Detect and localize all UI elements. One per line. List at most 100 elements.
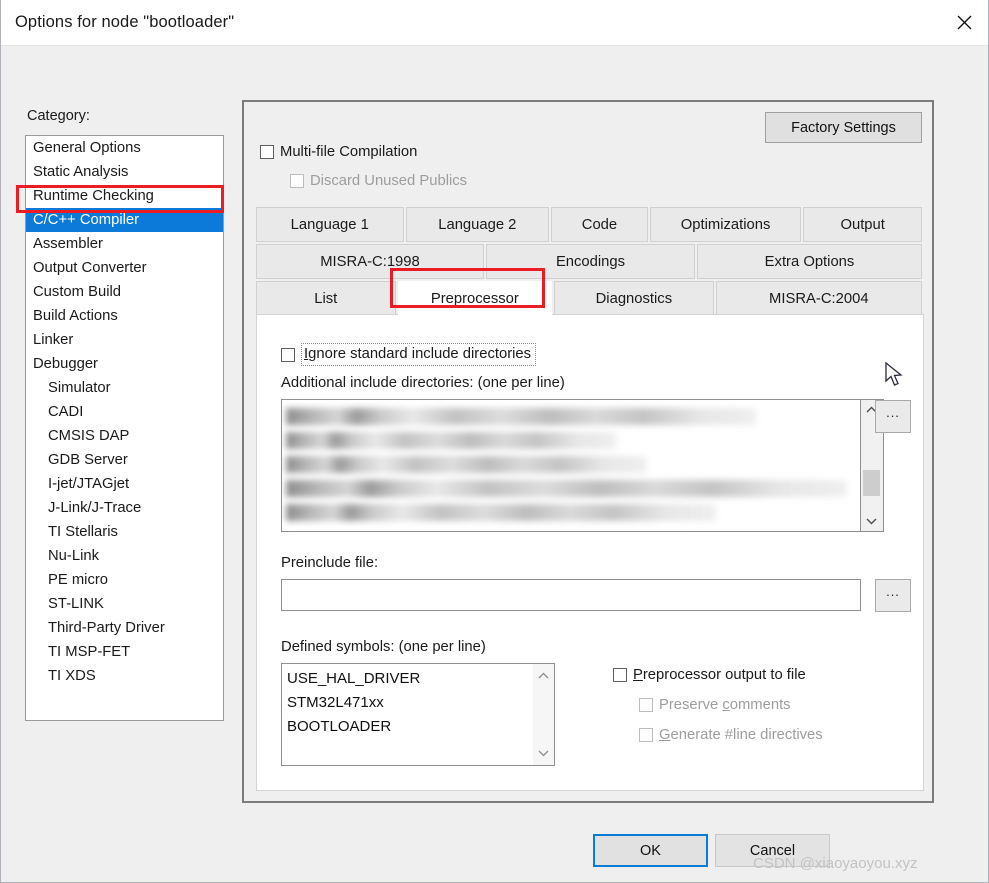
mouse-pointer-icon bbox=[885, 361, 905, 393]
checkbox-box bbox=[260, 145, 274, 159]
focus-ring: Ignore standard include directories bbox=[301, 343, 537, 366]
sidebar-item-st-link[interactable]: ST-LINK bbox=[26, 592, 223, 616]
defined-symbol-item[interactable]: BOOTLOADER bbox=[287, 715, 420, 739]
multi-file-compilation-checkbox[interactable]: Multi-file Compilation bbox=[260, 144, 417, 160]
checkbox-box bbox=[639, 728, 653, 742]
sidebar-item-ti-msp-fet[interactable]: TI MSP-FET bbox=[26, 640, 223, 664]
sidebar-item-pe-micro[interactable]: PE micro bbox=[26, 568, 223, 592]
include-directory-entry-redacted[interactable] bbox=[286, 456, 646, 473]
generate-line-directives-label: Generate #line directives bbox=[659, 727, 823, 743]
options-dialog: Options for node "bootloader" Category: … bbox=[0, 0, 989, 883]
page-title: Options for node "bootloader" bbox=[15, 13, 235, 31]
sidebar-item-cadi[interactable]: CADI bbox=[26, 400, 223, 424]
tab-preprocessor[interactable]: Preprocessor bbox=[397, 281, 553, 316]
chevron-down-icon[interactable] bbox=[861, 511, 882, 531]
close-icon[interactable] bbox=[940, 0, 988, 45]
tab-diagnostics[interactable]: Diagnostics bbox=[554, 281, 714, 316]
tab-strip: Language 1 Language 2 Code Optimizations Out… bbox=[256, 207, 924, 318]
defined-symbols-list[interactable]: USE_HAL_DRIVER STM32L471xx BOOTLOADER bbox=[281, 663, 555, 766]
browse-preinclude-file-button[interactable]: ... bbox=[875, 579, 911, 612]
preserve-comments-label: Preserve comments bbox=[659, 697, 791, 713]
preprocessor-output-to-file-checkbox[interactable]: Preprocessor output to file bbox=[613, 667, 806, 683]
factory-settings-button[interactable]: Factory Settings bbox=[765, 112, 922, 143]
sidebar-item-ti-xds[interactable]: TI XDS bbox=[26, 664, 223, 688]
tab-misra-c-1998[interactable]: MISRA-C:1998 bbox=[256, 244, 484, 279]
watermark: CSDN @xiaoyaoyou.xyz bbox=[753, 855, 918, 872]
tab-list[interactable]: List bbox=[256, 281, 396, 316]
sidebar-item-debugger[interactable]: Debugger bbox=[26, 352, 223, 376]
sidebar-item-static-analysis[interactable]: Static Analysis bbox=[26, 160, 223, 184]
tab-output[interactable]: Output bbox=[803, 207, 922, 242]
sidebar-item-ti-stellaris[interactable]: TI Stellaris bbox=[26, 520, 223, 544]
tab-code[interactable]: Code bbox=[551, 207, 648, 242]
checkbox-box bbox=[281, 347, 295, 362]
tab-language-1[interactable]: Language 1 bbox=[256, 207, 404, 242]
browse-include-directories-button[interactable]: ... bbox=[875, 400, 911, 433]
sidebar-item-build-actions[interactable]: Build Actions bbox=[26, 304, 223, 328]
sidebar-item-output-converter[interactable]: Output Converter bbox=[26, 256, 223, 280]
category-label: Category: bbox=[27, 108, 90, 124]
tab-row-3: List Preprocessor Diagnostics MISRA-C:2004 bbox=[256, 281, 924, 316]
include-directory-entry-redacted[interactable] bbox=[286, 432, 616, 449]
defined-symbols-items: USE_HAL_DRIVER STM32L471xx BOOTLOADER bbox=[287, 667, 420, 739]
additional-include-directories-field[interactable] bbox=[281, 399, 884, 532]
defined-symbols-label: Defined symbols: (one per line) bbox=[281, 639, 486, 655]
sidebar-item-linker[interactable]: Linker bbox=[26, 328, 223, 352]
sidebar-item-custom-build[interactable]: Custom Build bbox=[26, 280, 223, 304]
sidebar-item-i-jet-jtagjet[interactable]: I-jet/JTAGjet bbox=[26, 472, 223, 496]
scrollbar-thumb[interactable] bbox=[863, 470, 880, 496]
accelerator-char: c bbox=[722, 697, 730, 713]
accelerator-char: P bbox=[281, 555, 291, 571]
tab-language-2[interactable]: Language 2 bbox=[405, 207, 550, 242]
preinclude-file-input[interactable] bbox=[281, 579, 861, 611]
include-directory-entry-redacted[interactable] bbox=[286, 504, 716, 521]
sidebar-item-assembler[interactable]: Assembler bbox=[26, 232, 223, 256]
defined-symbol-item[interactable]: USE_HAL_DRIVER bbox=[287, 667, 420, 691]
chevron-down-icon[interactable] bbox=[533, 743, 554, 763]
tab-row-1: Language 1 Language 2 Code Optimizations Out… bbox=[256, 207, 924, 242]
tab-optimizations[interactable]: Optimizations bbox=[649, 207, 802, 242]
include-directory-entry-redacted[interactable] bbox=[286, 408, 756, 425]
label-rest: reinclude file: bbox=[290, 555, 379, 571]
tab-encodings[interactable]: Encodings bbox=[486, 244, 695, 279]
sidebar-item-cmsis-dap[interactable]: CMSIS DAP bbox=[26, 424, 223, 448]
options-panel: Factory Settings Multi-file Compilation … bbox=[242, 100, 934, 803]
preprocessor-output-to-file-label: Preprocessor output to file bbox=[633, 667, 806, 683]
multi-file-compilation-label: Multi-file Compilation bbox=[280, 144, 418, 160]
label-rest: gnore standard include directories bbox=[308, 346, 532, 362]
ignore-standard-include-checkbox[interactable]: Ignore standard include directories bbox=[281, 343, 537, 366]
include-directory-entry-redacted[interactable] bbox=[286, 480, 846, 497]
checkbox-box bbox=[613, 668, 627, 682]
ok-button[interactable]: OK bbox=[593, 834, 708, 867]
preserve-comments-checkbox: Preserve comments bbox=[639, 697, 791, 713]
defined-symbols-scrollbar[interactable] bbox=[533, 664, 554, 765]
tab-extra-options[interactable]: Extra Options bbox=[697, 244, 922, 279]
defined-symbol-item[interactable]: STM32L471xx bbox=[287, 691, 420, 715]
sidebar-item-general-options[interactable]: General Options bbox=[26, 136, 223, 160]
sidebar-item-gdb-server[interactable]: GDB Server bbox=[26, 448, 223, 472]
sidebar-item-runtime-checking[interactable]: Runtime Checking bbox=[26, 184, 223, 208]
preprocessor-tab-page: Ignore standard include directories Addi… bbox=[256, 314, 924, 791]
additional-include-directories-label: Additional include directories: (one per… bbox=[281, 375, 565, 391]
additional-include-directories-list[interactable] bbox=[281, 399, 861, 532]
accelerator-char: G bbox=[659, 727, 671, 743]
checkbox-box bbox=[290, 174, 304, 188]
preinclude-file-label: Preinclude file: bbox=[281, 555, 378, 571]
sidebar-item-j-link-j-trace[interactable]: J-Link/J-Trace bbox=[26, 496, 223, 520]
discard-unused-publics-label: Discard Unused Publics bbox=[310, 173, 468, 189]
category-list[interactable]: General Options Static Analysis Runtime Ch… bbox=[25, 135, 224, 721]
sidebar-item-third-party-driver[interactable]: Third-Party Driver bbox=[26, 616, 223, 640]
label-rest: efined symbols: (one per line) bbox=[291, 639, 486, 655]
title-bar: Options for node "bootloader" bbox=[1, 0, 988, 46]
checkbox-box bbox=[639, 698, 653, 712]
sidebar-item-simulator[interactable]: Simulator bbox=[26, 376, 223, 400]
label-rest: reprocessor output to file bbox=[642, 667, 806, 683]
tab-misra-c-2004[interactable]: MISRA-C:2004 bbox=[715, 281, 922, 316]
chevron-up-icon[interactable] bbox=[533, 666, 554, 686]
accelerator-char: P bbox=[633, 667, 643, 683]
discard-unused-publics-checkbox: Discard Unused Publics bbox=[290, 173, 467, 189]
sidebar-item-c-c-compiler[interactable]: C/C++ Compiler bbox=[26, 208, 223, 232]
tab-row-2: MISRA-C:1998 Encodings Extra Options bbox=[256, 244, 924, 279]
ignore-standard-include-label: Ignore standard include directories bbox=[304, 346, 531, 362]
sidebar-item-nu-link[interactable]: Nu-Link bbox=[26, 544, 223, 568]
